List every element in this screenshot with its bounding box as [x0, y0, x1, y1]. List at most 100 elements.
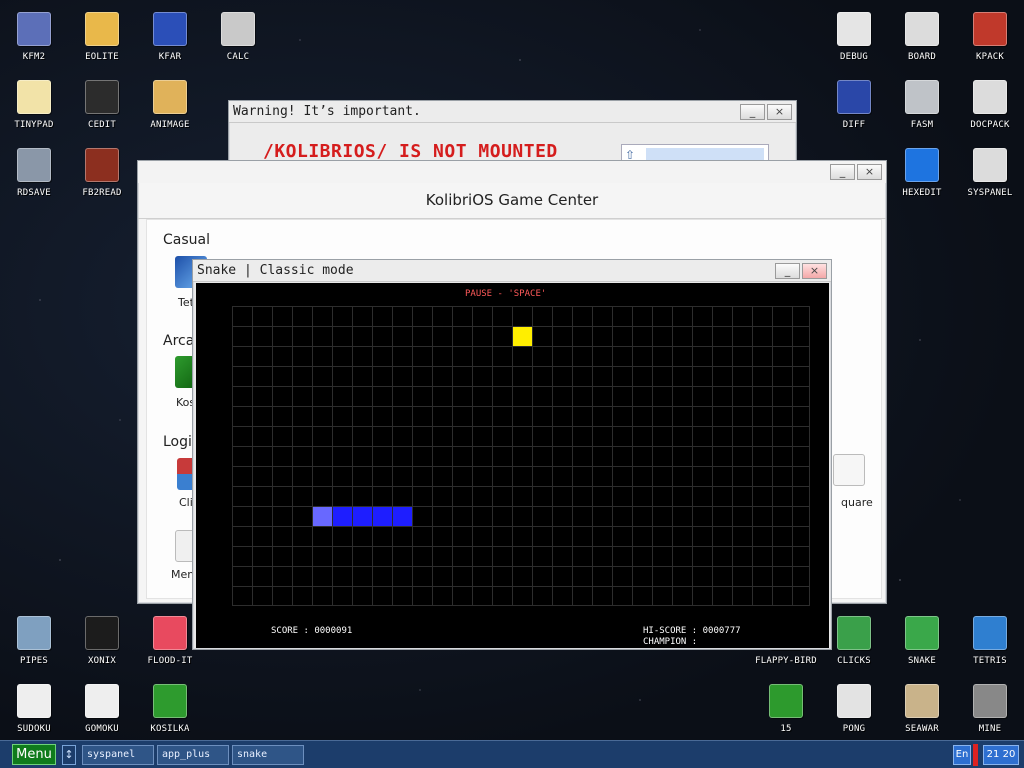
- calculator-icon: [221, 12, 255, 46]
- snake-body-cell: [353, 507, 372, 526]
- desktop-icon-kosilka[interactable]: KOSILKA: [136, 680, 204, 744]
- desktop-icon-label: SYSPANEL: [967, 188, 1013, 198]
- menu-button[interactable]: Menu: [12, 744, 56, 765]
- sudoku-game-icon[interactable]: [833, 454, 865, 486]
- bug-icon: [837, 12, 871, 46]
- desktop-icon-snake[interactable]: SNAKE: [888, 612, 956, 676]
- board-icon: [905, 12, 939, 46]
- desktop-icon-label: KPACK: [975, 52, 1005, 62]
- hammer-icon: [973, 12, 1007, 46]
- cabinet-icon: [973, 80, 1007, 114]
- desktop-icon-label: XONIX: [87, 656, 117, 666]
- snake-close-button[interactable]: ×: [802, 263, 827, 279]
- desktop-icon-kfar[interactable]: KFAR: [136, 8, 204, 72]
- desktop-icon-eolite[interactable]: EOLITE: [68, 8, 136, 72]
- desktop-icon-fasm[interactable]: FASM: [888, 76, 956, 140]
- warning-message: /KOLIBRIOS/ IS NOT MOUNTED: [263, 141, 558, 162]
- score-text: SCORE : 0000091: [271, 626, 353, 636]
- game-label-square[interactable]: quare: [841, 496, 873, 509]
- desktop-icon-rdsave[interactable]: RDSAVE: [0, 144, 68, 208]
- section-casual: Casual: [163, 232, 210, 248]
- task-app-plus[interactable]: app_plus: [157, 745, 229, 765]
- desktop-icon-mine[interactable]: MINE: [956, 680, 1024, 744]
- mine-icon: [973, 684, 1007, 718]
- desktop-icon-label: FB2READ: [82, 188, 122, 198]
- desktop-icon-kpack[interactable]: KPACK: [956, 8, 1024, 72]
- warning-title: Warning! It’s important.: [233, 104, 421, 119]
- gomoku-icon: [85, 684, 119, 718]
- clicks-icon: [837, 616, 871, 650]
- pipes-icon: [17, 616, 51, 650]
- snake-window[interactable]: Snake | Classic mode _ × PAUSE - 'SPACE'…: [192, 259, 832, 650]
- paint-icon: [153, 80, 187, 114]
- hex-icon: [905, 148, 939, 182]
- desktop-icon-diff[interactable]: DIFF: [820, 76, 888, 140]
- desktop-icon-gomoku[interactable]: GOMOKU: [68, 680, 136, 744]
- desktop-icon-pong[interactable]: PONG: [820, 680, 888, 744]
- language-indicator[interactable]: En: [953, 745, 971, 765]
- clock[interactable]: 21 20: [983, 745, 1019, 765]
- desktop-icon-cedit[interactable]: CEDIT: [68, 76, 136, 140]
- fifteen-icon: [769, 684, 803, 718]
- snake-grid: [232, 306, 810, 606]
- desktop-icon-label: KFM2: [22, 52, 46, 62]
- desktop-icon-xonix[interactable]: XONIX: [68, 612, 136, 676]
- kfar-icon: [153, 12, 187, 46]
- desktop-icon-label: MINE: [978, 724, 1002, 734]
- desktop-icon-label: FLOOD-IT: [147, 656, 193, 666]
- desktop-icon-label: DEBUG: [839, 52, 869, 62]
- desktop-icon-label: PIPES: [19, 656, 49, 666]
- desktop-icon-seawar[interactable]: SEAWAR: [888, 680, 956, 744]
- switch-icon[interactable]: ↕: [62, 745, 76, 765]
- game-center-titlebar[interactable]: _ ×: [138, 161, 886, 183]
- desktop-icon-kfm2[interactable]: KFM2: [0, 8, 68, 72]
- status-indicator: [973, 744, 978, 766]
- desktop-icon-label: SUDOKU: [17, 724, 51, 734]
- snake-game-field[interactable]: PAUSE - 'SPACE' SCORE : 0000091 HI-SCORE…: [196, 283, 829, 648]
- desktop-icon-animage[interactable]: ANIMAGE: [136, 76, 204, 140]
- desktop-icon-fb2read[interactable]: FB2READ: [68, 144, 136, 208]
- folder-icon: [85, 12, 119, 46]
- task-snake[interactable]: snake: [232, 745, 304, 765]
- desktop-icon-label: CLICKS: [837, 656, 871, 666]
- desktop-icon-label: CEDIT: [87, 120, 117, 130]
- desktop-icon-calc[interactable]: CALC: [204, 8, 272, 72]
- notepad-icon: [17, 80, 51, 114]
- desktop-icon-label: KFAR: [158, 52, 182, 62]
- floodit-icon: [153, 616, 187, 650]
- desktop-icon-label: SEAWAR: [905, 724, 939, 734]
- desktop-icon-docpack[interactable]: DOCPACK: [956, 76, 1024, 140]
- desktop-icon-syspanel[interactable]: SYSPANEL: [956, 144, 1024, 208]
- warning-minimize-button[interactable]: _: [740, 104, 765, 120]
- fb2-icon: [85, 148, 119, 182]
- desktop-icon-tinypad[interactable]: TINYPAD: [0, 76, 68, 140]
- desktop-icon-label: ANIMAGE: [150, 120, 190, 130]
- code-icon: [85, 80, 119, 114]
- desktop-icon-hexedit[interactable]: HEXEDIT: [888, 144, 956, 208]
- desktop-icon-tetris[interactable]: TETRIS: [956, 612, 1024, 676]
- desktop-icon-label: TINYPAD: [14, 120, 54, 130]
- desktop-icon-board[interactable]: BOARD: [888, 8, 956, 72]
- food-cell: [513, 327, 532, 346]
- rdsave-icon: [17, 148, 51, 182]
- desktop-icon-15[interactable]: 15: [752, 680, 820, 744]
- desktop-icon-pipes[interactable]: PIPES: [0, 612, 68, 676]
- snake-titlebar[interactable]: Snake | Classic mode _ ×: [193, 260, 831, 282]
- task-syspanel[interactable]: syspanel: [82, 745, 154, 765]
- snake-title: Snake | Classic mode: [197, 263, 354, 278]
- xonix-icon: [85, 616, 119, 650]
- game-center-minimize-button[interactable]: _: [830, 164, 855, 180]
- snake-body-cell: [373, 507, 392, 526]
- warning-titlebar[interactable]: Warning! It’s important. _ ×: [229, 101, 796, 123]
- warning-close-button[interactable]: ×: [767, 104, 792, 120]
- desktop-icon-label: BOARD: [907, 52, 937, 62]
- desktop-icon-sudoku[interactable]: SUDOKU: [0, 680, 68, 744]
- pause-hint: PAUSE - 'SPACE': [465, 289, 547, 299]
- snake-minimize-button[interactable]: _: [775, 263, 800, 279]
- desktop-icon-label: KOSILKA: [150, 724, 190, 734]
- snake-head-cell: [313, 507, 332, 526]
- desktop-icon-label: GOMOKU: [85, 724, 119, 734]
- desktop-icon-debug[interactable]: DEBUG: [820, 8, 888, 72]
- desktop-icon-label: CALC: [226, 52, 250, 62]
- game-center-close-button[interactable]: ×: [857, 164, 882, 180]
